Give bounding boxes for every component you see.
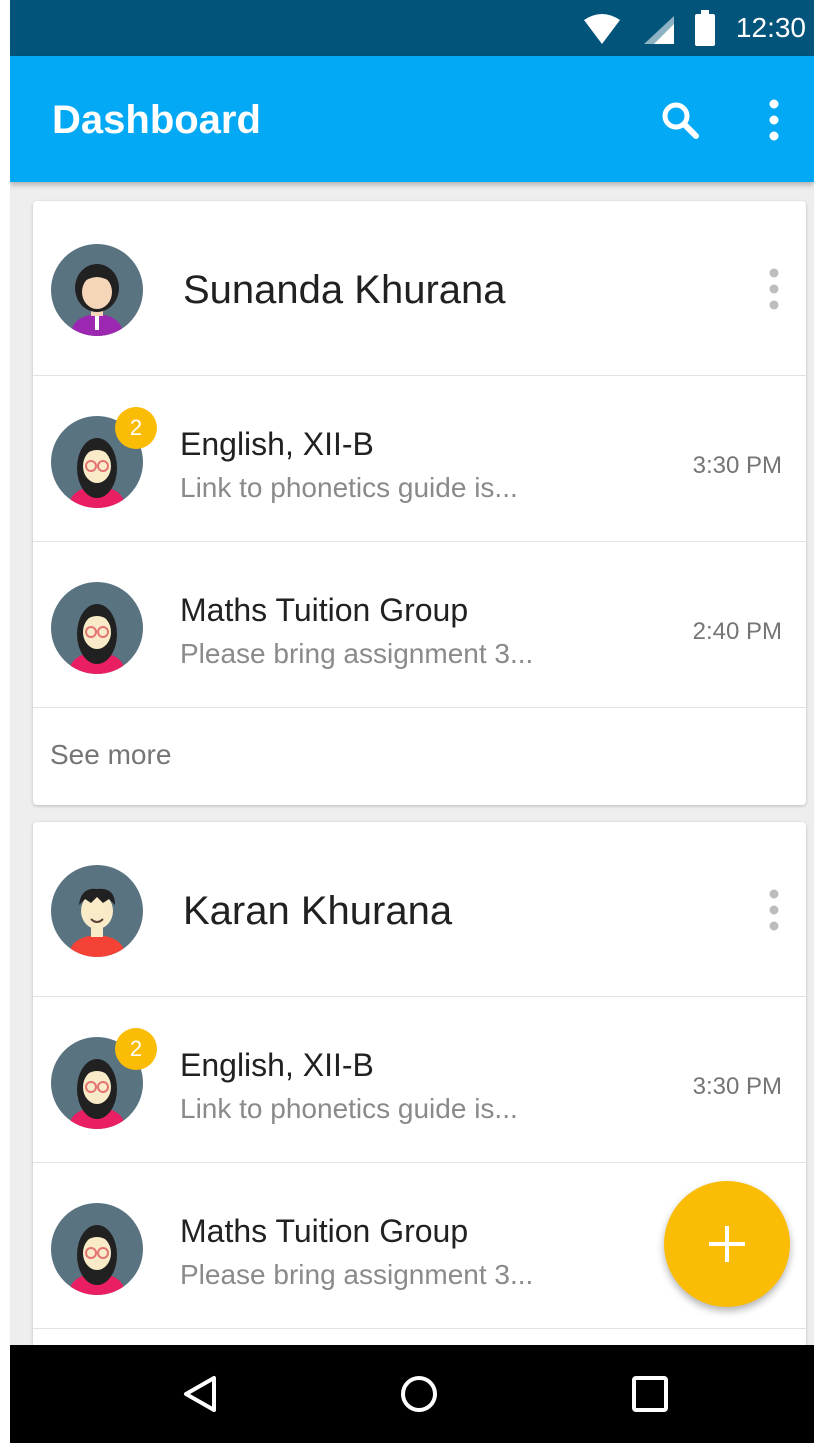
system-nav-bar xyxy=(10,1345,814,1443)
chat-title: Maths Tuition Group xyxy=(180,1213,469,1249)
unread-badge: 2 xyxy=(115,407,157,449)
person-name: Karan Khurana xyxy=(183,889,453,933)
chat-time: 3:30 PM xyxy=(692,452,782,479)
page-title: Dashboard xyxy=(52,98,261,142)
search-icon[interactable] xyxy=(656,96,704,144)
unread-badge: 2 xyxy=(115,1028,157,1070)
chat-preview: Link to phonetics guide is... xyxy=(180,1093,518,1124)
group-avatar xyxy=(51,1203,143,1295)
home-icon[interactable] xyxy=(399,1374,439,1414)
teacher-avatar-icon xyxy=(69,1225,125,1295)
wifi-icon xyxy=(584,14,620,44)
person-card: Sunanda Khurana 2 English, XII-B Link to… xyxy=(33,201,806,805)
more-vert-icon[interactable] xyxy=(762,265,786,313)
group-avatar xyxy=(51,582,143,674)
woman-avatar-icon xyxy=(71,264,123,336)
person-card: Karan Khurana 2 English, XII-B Link to p… xyxy=(33,822,806,1382)
recents-icon[interactable] xyxy=(630,1374,670,1414)
plus-icon xyxy=(709,1226,745,1262)
avatar xyxy=(51,244,143,336)
chat-row-english[interactable]: 2 English, XII-B Link to phonetics guide… xyxy=(33,377,806,542)
battery-icon xyxy=(695,10,715,46)
chat-row-maths[interactable]: Maths Tuition Group Please bring assignm… xyxy=(33,543,806,708)
chat-title: Maths Tuition Group xyxy=(180,592,469,628)
card-header[interactable]: Sunanda Khurana xyxy=(33,201,806,376)
teacher-avatar-icon xyxy=(69,604,125,674)
add-fab-button[interactable] xyxy=(664,1181,790,1307)
chat-title: English, XII-B xyxy=(180,1047,374,1083)
chat-preview: Please bring assignment 3... xyxy=(180,638,534,669)
signal-icon xyxy=(644,16,674,44)
back-icon[interactable] xyxy=(180,1374,220,1414)
status-time: 12:30 xyxy=(735,12,806,43)
chat-row-english[interactable]: 2 English, XII-B Link to phonetics guide… xyxy=(33,998,806,1163)
chat-title: English, XII-B xyxy=(180,426,374,462)
chat-time: 3:30 PM xyxy=(692,1073,782,1100)
chat-preview: Link to phonetics guide is... xyxy=(180,472,518,503)
status-bar: 12:30 xyxy=(10,0,814,56)
more-vert-icon[interactable] xyxy=(762,886,786,934)
person-name: Sunanda Khurana xyxy=(183,268,506,312)
avatar xyxy=(51,865,143,957)
boy-avatar-icon xyxy=(69,888,125,957)
see-more-link[interactable]: See more xyxy=(50,738,171,772)
chat-preview: Please bring assignment 3... xyxy=(180,1259,534,1290)
app-bar: Dashboard xyxy=(10,56,814,182)
phone-screen: 12:30 Dashboard Sunanda Khurana 2 Englis… xyxy=(10,0,814,1443)
chat-time: 2:40 PM xyxy=(692,618,782,645)
card-header[interactable]: Karan Khurana xyxy=(33,822,806,997)
overflow-menu-icon[interactable] xyxy=(762,96,786,144)
